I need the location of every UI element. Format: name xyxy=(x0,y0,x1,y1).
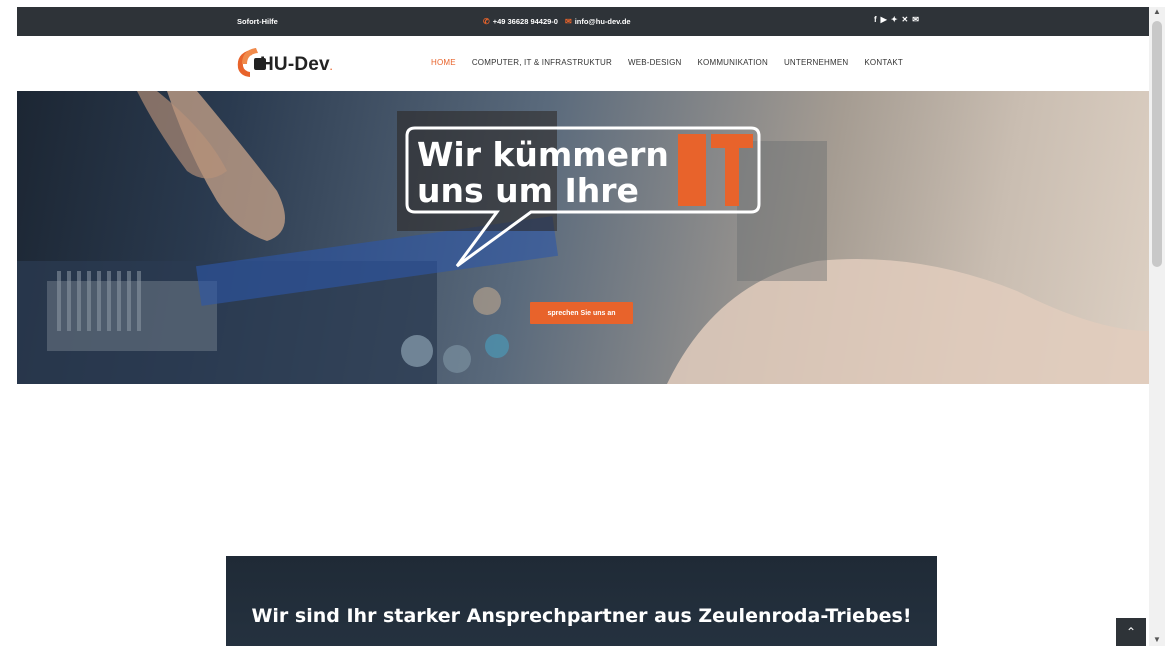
social-links: f ▶ ✦ ✕ ✉ xyxy=(874,16,919,24)
hero-banner: Wir kümmern uns um Ihre IT sprechen Sie … xyxy=(17,91,1149,384)
nav-item-web-design[interactable]: WEB-DESIGN xyxy=(628,58,682,67)
facebook-icon[interactable]: f xyxy=(874,16,877,24)
main-navbar: HU-Dev. HOME COMPUTER, IT & INFRASTRUKTU… xyxy=(17,36,1149,92)
scroll-down-arrow-icon[interactable]: ▼ xyxy=(1153,635,1161,644)
xing-icon[interactable]: ✕ xyxy=(902,16,909,24)
nav-item-computer-it[interactable]: COMPUTER, IT & INFRASTRUKTUR xyxy=(472,58,612,67)
sofort-hilfe-link[interactable]: Sofort-Hilfe xyxy=(237,17,278,26)
hero-line-1: Wir kümmern xyxy=(417,135,669,174)
scroll-up-arrow-icon[interactable]: ▲ xyxy=(1153,7,1161,16)
twitter-icon[interactable]: ✦ xyxy=(891,16,898,24)
phone-number[interactable]: +49 36628 94429-0 xyxy=(493,17,558,26)
mail-icon: ✉ xyxy=(564,17,572,26)
youtube-icon[interactable]: ▶ xyxy=(881,16,887,24)
hero-line-2: uns um Ihre xyxy=(417,171,639,210)
contact-cta-button[interactable]: sprechen Sie uns an xyxy=(530,302,633,324)
intro-heading: Wir sind Ihr starker Ansprechpartner aus… xyxy=(251,605,912,627)
hero-speech-bubble: Wir kümmern uns um Ihre xyxy=(405,126,761,268)
mail-icon[interactable]: ✉ xyxy=(912,16,919,24)
intro-section: Wir sind Ihr starker Ansprechpartner aus… xyxy=(226,556,937,646)
chevron-up-icon: ⌃ xyxy=(1125,625,1137,639)
nav-item-kontakt[interactable]: KONTAKT xyxy=(864,58,903,67)
back-to-top-button[interactable]: ⌃ xyxy=(1116,618,1146,646)
phone-icon: ✆ xyxy=(483,17,490,26)
contact-info: ✆ +49 36628 94429-0 ✉ info@hu-dev.de xyxy=(483,17,631,26)
hu-dev-logo[interactable]: HU-Dev. xyxy=(234,48,364,80)
scrollbar-thumb[interactable] xyxy=(1152,21,1162,267)
nav-item-kommunikation[interactable]: KOMMUNIKATION xyxy=(698,58,768,67)
nav-item-home[interactable]: HOME xyxy=(431,58,456,67)
main-nav: HOME COMPUTER, IT & INFRASTRUKTUR WEB-DE… xyxy=(431,58,919,67)
page-scrollbar[interactable]: ▲ ▼ xyxy=(1149,7,1165,646)
email-address[interactable]: info@hu-dev.de xyxy=(575,17,631,26)
top-bar: Sofort-Hilfe ✆ +49 36628 94429-0 ✉ info@… xyxy=(17,7,1149,36)
logo-text: HU-Dev. xyxy=(260,54,333,75)
page-viewport: Sofort-Hilfe ✆ +49 36628 94429-0 ✉ info@… xyxy=(17,7,1149,646)
nav-item-unternehmen[interactable]: UNTERNEHMEN xyxy=(784,58,848,67)
